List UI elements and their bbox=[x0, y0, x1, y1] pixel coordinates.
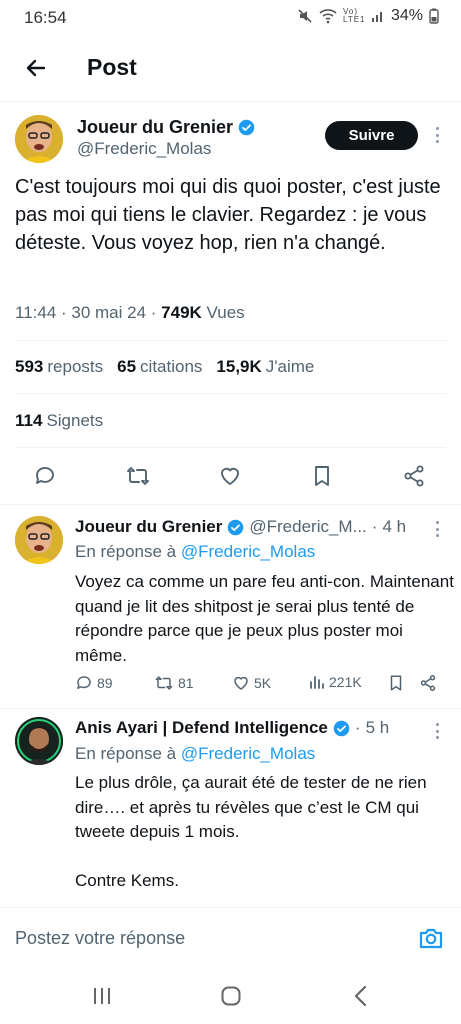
divider bbox=[15, 393, 446, 394]
divider bbox=[15, 340, 446, 341]
header-divider bbox=[0, 101, 461, 102]
avatar-image bbox=[15, 717, 63, 765]
views-label: Vues bbox=[206, 303, 245, 322]
likes-stat[interactable]: 15,9K J'aime bbox=[216, 357, 314, 377]
post-date: 30 mai 24 bbox=[71, 303, 147, 322]
bookmark-icon[interactable] bbox=[308, 462, 336, 490]
reply-author-name[interactable]: Joueur du Grenier bbox=[75, 517, 222, 537]
follow-button[interactable]: Suivre bbox=[325, 121, 418, 150]
reposts-stat[interactable]: 593 reposts bbox=[15, 357, 103, 377]
avatar-image bbox=[15, 516, 63, 564]
camera-icon[interactable] bbox=[417, 924, 445, 952]
more-options-icon[interactable] bbox=[430, 519, 444, 539]
share-icon[interactable] bbox=[400, 462, 428, 490]
reply-text: Voyez ca comme un pare feu anti-con. Mai… bbox=[75, 572, 454, 665]
quotes-count: 65 bbox=[117, 357, 137, 376]
likes-count: 15,9K bbox=[216, 357, 262, 376]
battery-percent: 34% bbox=[390, 7, 423, 24]
network-label: Vo) LTE1 bbox=[342, 7, 366, 24]
more-options-icon[interactable] bbox=[430, 125, 444, 145]
author-handle[interactable]: @Frederic_Molas bbox=[77, 139, 211, 159]
reply-count-button[interactable]: 89 bbox=[75, 674, 113, 692]
avatar-image bbox=[15, 115, 63, 163]
bookmark-icon[interactable] bbox=[387, 674, 405, 692]
repost-icon bbox=[155, 676, 173, 690]
share-icon[interactable] bbox=[419, 674, 437, 692]
author-avatar[interactable] bbox=[15, 115, 63, 163]
verified-badge-icon bbox=[238, 119, 255, 136]
post-meta: 11:44 · 30 mai 24 · 749K Vues bbox=[15, 303, 245, 322]
repost-count: 81 bbox=[178, 675, 194, 691]
stats-row: 593 reposts 65 citations 15,9K J'aime bbox=[15, 357, 314, 377]
system-back-icon[interactable] bbox=[346, 981, 376, 1011]
quotes-label: citations bbox=[140, 357, 203, 376]
bookmarks-count: 114 bbox=[15, 411, 43, 430]
author-name-text: Joueur du Grenier bbox=[77, 117, 234, 137]
like-icon[interactable] bbox=[216, 462, 244, 490]
reply-icon bbox=[77, 676, 91, 689]
verified-badge-icon bbox=[228, 519, 244, 535]
replying-prefix: En réponse à bbox=[75, 744, 177, 763]
views-count-button[interactable]: 221K bbox=[309, 674, 362, 690]
replying-to: En réponse à @Frederic_Molas bbox=[75, 542, 315, 562]
system-nav-bar bbox=[0, 967, 461, 1024]
post-text: C'est toujours moi qui dis quoi poster, … bbox=[15, 176, 441, 254]
reply-input[interactable]: Postez votre réponse bbox=[15, 928, 185, 949]
mute-icon bbox=[298, 9, 312, 23]
signal-icon bbox=[371, 12, 382, 22]
author-name[interactable]: Joueur du Grenier bbox=[77, 117, 255, 138]
home-icon[interactable] bbox=[216, 981, 246, 1011]
top-bar: Post bbox=[0, 42, 461, 94]
wifi-icon bbox=[319, 9, 337, 24]
like-count: 5K bbox=[254, 675, 272, 691]
reply-avatar[interactable] bbox=[15, 516, 63, 564]
likes-label: J'aime bbox=[265, 357, 315, 376]
post-actions bbox=[0, 458, 461, 494]
status-time: 16:54 bbox=[24, 8, 67, 27]
reply-actions: 89 81 5K 221K bbox=[75, 674, 445, 698]
reply-avatar[interactable] bbox=[15, 717, 63, 765]
views-chart-icon bbox=[310, 676, 324, 689]
verified-badge-icon bbox=[333, 720, 350, 736]
repost-icon[interactable] bbox=[124, 462, 152, 490]
compose-bar: Postez votre réponse bbox=[0, 907, 461, 967]
reply-header: Anis Ayari | Defend Intelligence · 5 h bbox=[75, 718, 390, 738]
recent-apps-icon[interactable] bbox=[87, 981, 117, 1011]
views-count: 749K bbox=[161, 303, 202, 322]
replying-mention[interactable]: @Frederic_Molas bbox=[181, 744, 315, 763]
reply-icon[interactable] bbox=[31, 462, 59, 490]
reply-author-name[interactable]: Anis Ayari | Defend Intelligence bbox=[75, 718, 328, 738]
page-title: Post bbox=[87, 54, 137, 80]
reply-author-handle[interactable]: @Frederic_M... bbox=[249, 517, 366, 537]
reposts-count: 593 bbox=[15, 357, 44, 376]
back-button[interactable] bbox=[18, 50, 54, 86]
reply-header: Joueur du Grenier @Frederic_M... · 4 h bbox=[75, 517, 407, 537]
quotes-stat[interactable]: 65 citations bbox=[117, 357, 202, 377]
replying-to: En réponse à @Frederic_Molas bbox=[75, 744, 315, 764]
divider bbox=[0, 504, 461, 505]
status-bar: 16:54 Vo) LTE1 34% bbox=[0, 0, 461, 36]
divider bbox=[0, 708, 461, 709]
repost-count-button[interactable]: 81 bbox=[154, 674, 194, 692]
more-options-icon[interactable] bbox=[430, 721, 444, 741]
reply-time: 5 h bbox=[365, 718, 390, 737]
status-indicators: Vo) LTE1 34% bbox=[297, 7, 439, 25]
reply-text: Le plus drôle, ça aurait été de tester d… bbox=[75, 773, 427, 890]
bookmarks-label: Signets bbox=[46, 411, 104, 430]
reply-count: 89 bbox=[97, 675, 113, 691]
replying-prefix: En réponse à bbox=[75, 542, 177, 561]
divider bbox=[15, 447, 446, 448]
bookmarks-stat[interactable]: 114 Signets bbox=[15, 411, 103, 431]
like-icon bbox=[234, 676, 248, 690]
post-time: 11:44 bbox=[15, 303, 57, 322]
battery-icon bbox=[429, 8, 439, 24]
reposts-label: reposts bbox=[47, 357, 104, 376]
replying-mention[interactable]: @Frederic_Molas bbox=[181, 542, 315, 561]
back-arrow-icon bbox=[26, 59, 46, 77]
reply-time: 4 h bbox=[382, 517, 407, 536]
views-count: 221K bbox=[329, 674, 362, 690]
like-count-button[interactable]: 5K bbox=[232, 674, 271, 692]
